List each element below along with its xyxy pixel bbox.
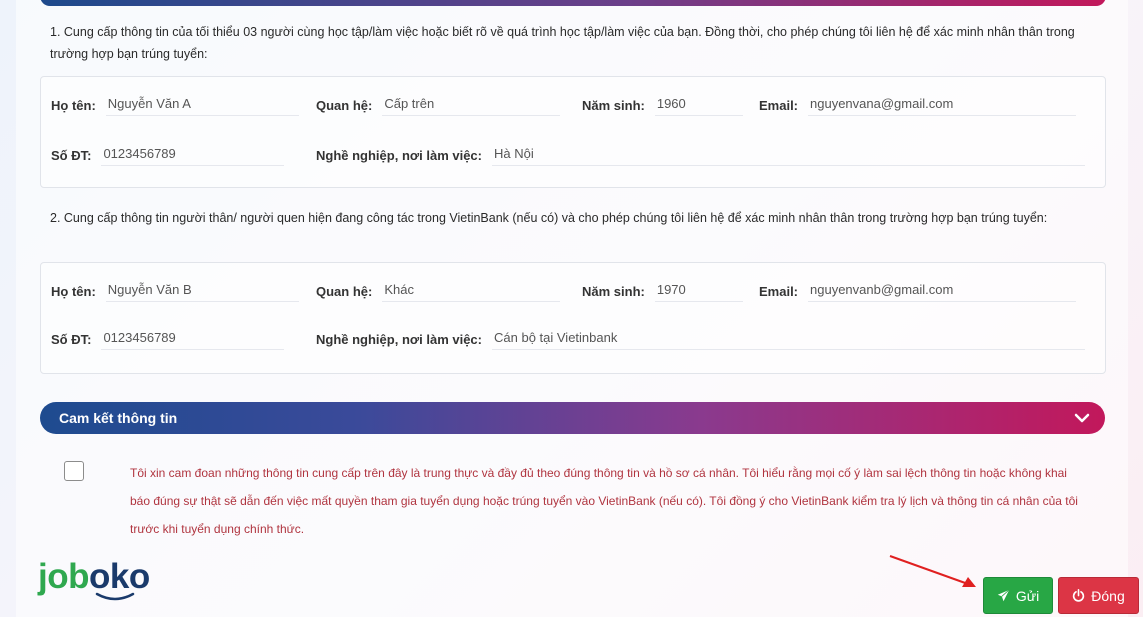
commitment-text: Tôi xin cam đoan những thông tin cung cấ… [130, 466, 1078, 536]
phone-label: Số ĐT: [51, 331, 92, 347]
email-field: Email: nguyenvana@gmail.com [759, 94, 1077, 116]
job-input[interactable]: Cán bộ tại Vietinbank [492, 328, 1085, 350]
phone-input[interactable]: 0123456789 [101, 328, 285, 350]
send-button[interactable]: Gửi [983, 577, 1053, 614]
relation-label: Quan hệ: [316, 283, 373, 299]
close-label: Đóng [1091, 587, 1125, 604]
birth-input[interactable]: 1970 [654, 280, 743, 302]
email-input[interactable]: nguyenvanb@gmail.com [808, 280, 1077, 302]
reference-card-1: Họ tên: Nguyễn Văn A Quan hệ: Cấp trên N… [40, 76, 1106, 188]
birth-label: Năm sinh: [582, 283, 645, 299]
paper-plane-icon [997, 589, 1010, 602]
name-field: Họ tên: Nguyễn Văn B [51, 280, 299, 302]
name-input[interactable]: Nguyễn Văn A [105, 94, 299, 116]
relation-label: Quan hệ: [316, 97, 373, 113]
job-input[interactable]: Hà Nội [492, 144, 1085, 166]
birth-label: Năm sinh: [582, 97, 645, 113]
birth-field: Năm sinh: 1970 [582, 280, 743, 302]
section-header-edge [40, 0, 1106, 6]
section1-intro: 1. Cung cấp thông tin của tối thiểu 03 n… [50, 25, 1075, 61]
name-field: Họ tên: Nguyễn Văn A [51, 94, 299, 116]
red-arrow-annotation [889, 555, 976, 587]
email-label: Email: [759, 283, 799, 299]
commitment-checkbox[interactable] [64, 461, 84, 481]
job-field: Nghề nghiệp, nơi làm việc: Cán bộ tại Vi… [316, 328, 1085, 350]
birth-input[interactable]: 1960 [654, 94, 743, 116]
power-icon [1073, 589, 1085, 602]
joboko-logo: joboko [38, 557, 150, 597]
name-input[interactable]: Nguyễn Văn B [105, 280, 299, 302]
job-label: Nghề nghiệp, nơi làm việc: [316, 331, 482, 347]
job-label: Nghề nghiệp, nơi làm việc: [316, 147, 482, 163]
phone-input[interactable]: 0123456789 [101, 144, 285, 166]
logo-text-part1: job [38, 557, 89, 596]
relation-input[interactable]: Khác [382, 280, 561, 302]
section2-intro: 2. Cung cấp thông tin người thân/ người … [50, 211, 1048, 225]
relation-field: Quan hệ: Khác [316, 280, 561, 302]
commitment-title: Cam kết thông tin [59, 410, 178, 426]
email-label: Email: [759, 97, 799, 113]
relation-input[interactable]: Cấp trên [382, 94, 561, 116]
name-label: Họ tên: [51, 283, 96, 299]
logo-smile-icon [95, 592, 135, 601]
logo-text-part2: oko [88, 557, 150, 596]
email-input[interactable]: nguyenvana@gmail.com [808, 94, 1077, 116]
reference-card-2: Họ tên: Nguyễn Văn B Quan hệ: Khác Năm s… [40, 262, 1106, 374]
relation-field: Quan hệ: Cấp trên [316, 94, 561, 116]
chevron-down-icon[interactable] [1073, 409, 1091, 427]
close-button[interactable]: Đóng [1058, 577, 1139, 614]
phone-label: Số ĐT: [51, 147, 92, 163]
email-field: Email: nguyenvanb@gmail.com [759, 280, 1077, 302]
name-label: Họ tên: [51, 97, 96, 113]
job-field: Nghề nghiệp, nơi làm việc: Hà Nội [316, 144, 1085, 166]
phone-field: Số ĐT: 0123456789 [51, 328, 285, 350]
send-label: Gửi [1015, 587, 1040, 604]
birth-field: Năm sinh: 1960 [582, 94, 743, 116]
commitment-section-header[interactable]: Cam kết thông tin [40, 402, 1105, 434]
phone-field: Số ĐT: 0123456789 [51, 144, 285, 166]
